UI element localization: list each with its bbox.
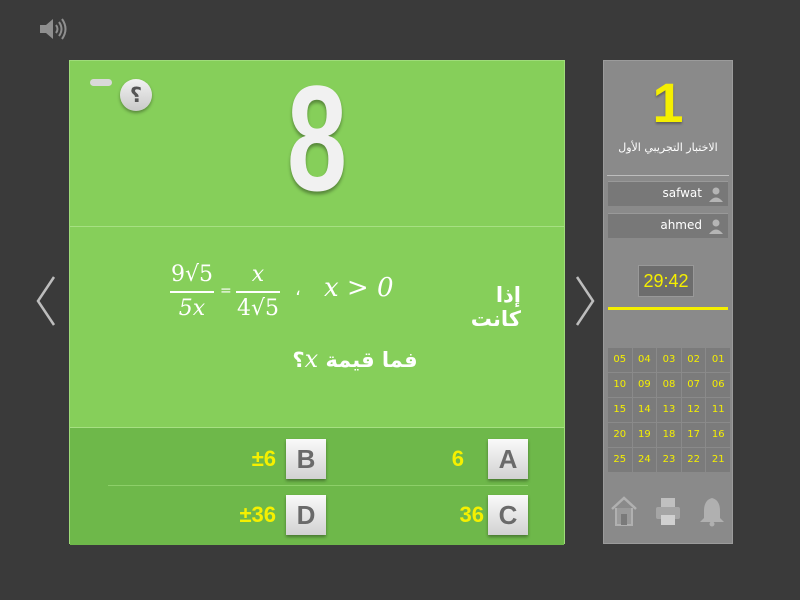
answer-d-value: ±36: [239, 502, 276, 527]
bottom-toolbar: [604, 491, 732, 531]
home-icon[interactable]: [610, 495, 638, 527]
question-grid-cell[interactable]: 13: [657, 398, 681, 422]
answers-divider: [108, 485, 528, 486]
question-ask-line: فما قيمة x؟: [260, 345, 450, 385]
fraction-right-numerator: x: [251, 262, 265, 287]
question-grid-cell[interactable]: 09: [632, 373, 657, 397]
answer-a[interactable]: 6 A: [448, 439, 528, 479]
answer-b[interactable]: ±6 B: [246, 439, 326, 479]
bell-icon[interactable]: [698, 495, 726, 527]
question-grid-cell[interactable]: 24: [632, 448, 657, 472]
answers-area: 6 A ±6 B 36 C ±36 D: [70, 427, 564, 545]
question-grid-cell[interactable]: 23: [657, 448, 681, 472]
ask-prefix: فما قيمة: [325, 348, 418, 372]
condition-expression: x > 0: [324, 273, 394, 303]
question-grid-cell[interactable]: 08: [657, 373, 681, 397]
question-grid-cell[interactable]: 02: [681, 348, 706, 372]
question-grid-cell[interactable]: 22: [681, 448, 706, 472]
answer-c-letter: C: [488, 495, 528, 535]
question-grid-cell[interactable]: 10: [608, 373, 632, 397]
fraction-right: x 4√5: [236, 261, 280, 323]
question-grid-cell[interactable]: 25: [608, 448, 632, 472]
ask-variable: x: [304, 345, 319, 373]
minimize-button[interactable]: [90, 79, 112, 86]
question-card: ؟ 8 9√5 5x = x 4√5 ، x > 0 إذا كانت فما …: [69, 60, 565, 545]
question-body: 9√5 5x = x 4√5 ، x > 0 إذا كانت فما قيمة…: [70, 227, 564, 427]
question-grid-cell[interactable]: 04: [632, 348, 657, 372]
fraction-bar: [236, 291, 280, 293]
question-grid-cell[interactable]: 12: [681, 398, 706, 422]
fraction-left-denominator: 5x: [178, 296, 206, 321]
question-mark: ؟: [292, 348, 305, 372]
question-grid-cell[interactable]: 15: [608, 398, 632, 422]
player-name: ahmed: [660, 218, 702, 232]
question-grid-cell[interactable]: 14: [632, 398, 657, 422]
player-row: safwat: [608, 181, 728, 206]
equals-sign: =: [220, 283, 232, 299]
fraction-left-numerator: 9√5: [170, 262, 213, 287]
fraction-left: 9√5 5x: [170, 261, 214, 323]
user-icon: [709, 219, 723, 234]
question-grid-cell[interactable]: 06: [706, 373, 730, 397]
question-grid-cell[interactable]: 16: [706, 423, 730, 447]
timer: 29:42: [638, 265, 694, 297]
question-equation-line: 9√5 5x = x 4√5 ، x > 0 إذا كانت: [170, 261, 521, 333]
question-grid: 05 04 03 02 01 10 09 08 07 06 15 14 13 12 11 20 19 18 17 16…: [608, 348, 730, 472]
answer-b-letter: B: [286, 439, 326, 479]
timer-progress-bar: [608, 307, 728, 310]
test-title: الاختبار التجريبي الأول: [618, 141, 718, 154]
divider: [607, 175, 729, 176]
question-grid-cell[interactable]: 03: [657, 348, 681, 372]
question-grid-cell[interactable]: 05: [608, 348, 632, 372]
answer-d[interactable]: ±36 D: [239, 495, 326, 535]
answer-a-value: 6: [451, 446, 464, 471]
chevron-right-icon[interactable]: [573, 275, 597, 327]
answer-c[interactable]: 36 C: [448, 495, 528, 535]
question-grid-cell[interactable]: 18: [657, 423, 681, 447]
question-header: ؟ 8: [70, 61, 564, 227]
answer-a-letter: A: [488, 439, 528, 479]
comma-separator: ،: [295, 279, 301, 300]
divider: [70, 427, 564, 428]
fraction-right-denominator: 4√5: [236, 296, 279, 321]
if-text: إذا كانت: [470, 283, 521, 331]
answer-d-letter: D: [286, 495, 326, 535]
question-grid-cell[interactable]: 11: [706, 398, 730, 422]
printer-icon[interactable]: [654, 495, 682, 527]
player-row: ahmed: [608, 213, 728, 238]
speaker-icon[interactable]: [38, 16, 68, 42]
fraction-bar: [170, 291, 214, 293]
chevron-left-icon[interactable]: [34, 275, 58, 327]
question-grid-cell[interactable]: 07: [681, 373, 706, 397]
question-grid-cell[interactable]: 17: [681, 423, 706, 447]
user-icon: [709, 187, 723, 202]
player-name: safwat: [662, 186, 703, 200]
question-grid-cell[interactable]: 19: [632, 423, 657, 447]
question-grid-cell[interactable]: 20: [608, 423, 632, 447]
question-number: 8: [286, 54, 348, 222]
question-grid-cell[interactable]: 21: [706, 448, 730, 472]
question-grid-cell[interactable]: 01: [706, 348, 730, 372]
answer-c-value: 36: [459, 502, 484, 527]
side-panel: 1 الاختبار التجريبي الأول safwat ahmed 2…: [603, 60, 733, 544]
test-number: 1: [652, 71, 684, 134]
answer-b-value: ±6: [251, 446, 276, 471]
